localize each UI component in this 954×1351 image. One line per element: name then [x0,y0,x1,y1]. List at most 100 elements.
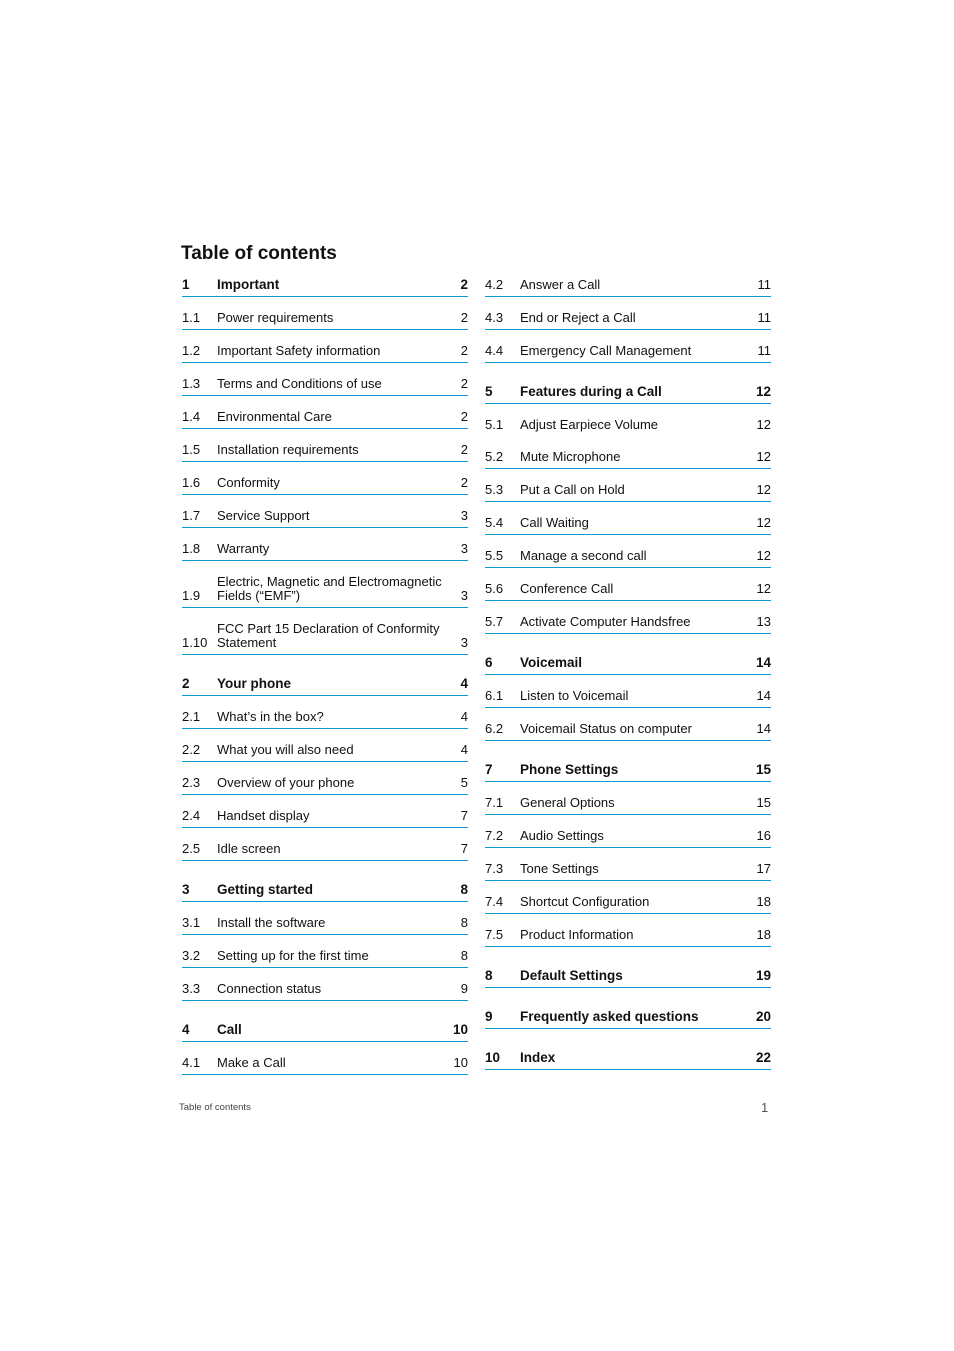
toc-entry-title[interactable]: Idle screen [217,842,448,856]
toc-section-entry[interactable]: 6.1 Listen to Voicemail 14 [485,689,771,708]
toc-entry-title[interactable]: Tone Settings [520,862,751,876]
toc-entry-title[interactable]: Warranty [217,542,448,556]
toc-section-entry[interactable]: 2.2 What you will also need 4 [182,743,468,762]
toc-section-entry[interactable]: 2.4 Handset display 7 [182,809,468,828]
toc-chapter-entry[interactable]: 10 Index 22 [485,1051,771,1070]
toc-section-entry[interactable]: 2.1 What’s in the box? 4 [182,710,468,729]
toc-chapter-entry[interactable]: 3 Getting started 8 [182,883,468,902]
toc-entry-title[interactable]: Overview of your phone [217,776,448,790]
toc-entry-title[interactable]: General Options [520,796,751,810]
toc-section-entry[interactable]: 5.6 Conference Call 12 [485,582,771,601]
toc-entry-title[interactable]: Audio Settings [520,829,751,843]
toc-entry-title[interactable]: Voicemail [520,656,751,670]
toc-entry-title[interactable]: Service Support [217,509,448,523]
toc-section-entry[interactable]: 1.8 Warranty 3 [182,542,468,561]
toc-section-entry[interactable]: 5.5 Manage a second call 12 [485,549,771,568]
toc-entry-page: 5 [460,775,468,790]
toc-entry-title[interactable]: Important Safety information [217,344,448,358]
toc-chapter-entry[interactable]: 7 Phone Settings 15 [485,763,771,782]
toc-section-entry[interactable]: 7.3 Tone Settings 17 [485,862,771,881]
toc-entry-title[interactable]: Adjust Earpiece Volume [520,418,751,432]
toc-entry-title[interactable]: Answer a Call [520,278,751,292]
toc-entry-title[interactable]: Mute Microphone [520,450,751,464]
toc-section-entry[interactable]: 3.2 Setting up for the first time 8 [182,949,468,968]
toc-chapter-entry[interactable]: 9 Frequently asked questions 20 [485,1010,771,1029]
toc-entry-title[interactable]: FCC Part 15 Declaration of Conformity St… [217,622,448,650]
toc-entry-title[interactable]: What you will also need [217,743,448,757]
toc-chapter-entry[interactable]: 5 Features during a Call 12 [485,385,771,404]
toc-entry-page: 16 [756,828,771,843]
toc-section-entry[interactable]: 5.3 Put a Call on Hold 12 [485,483,771,502]
toc-entry-title[interactable]: Environmental Care [217,410,448,424]
toc-entry-title[interactable]: Call [217,1023,448,1037]
toc-section-entry[interactable]: 1.5 Installation requirements 2 [182,443,468,462]
toc-section-entry[interactable]: 3.3 Connection status 9 [182,982,468,1001]
toc-entry-title[interactable]: Power requirements [217,311,448,325]
toc-section-entry[interactable]: 1.9 Electric, Magnetic and Electromagneti… [182,575,468,608]
toc-chapter-entry[interactable]: 1 Important 2 [182,278,468,297]
toc-entry-page: 12 [756,482,771,497]
toc-entry-title[interactable]: Default Settings [520,969,751,983]
toc-chapter-entry[interactable]: 6 Voicemail 14 [485,656,771,675]
toc-section-entry[interactable]: 3.1 Install the software 8 [182,916,468,935]
toc-section-entry[interactable]: 4.2 Answer a Call 11 [485,278,771,297]
toc-section-entry[interactable]: 7.5 Product Information 18 [485,928,771,947]
toc-entry-title[interactable]: Install the software [217,916,448,930]
toc-section-entry[interactable]: 4.4 Emergency Call Management 11 [485,344,771,363]
toc-section-entry[interactable]: 5.7 Activate Computer Handsfree 13 [485,615,771,634]
toc-chapter-entry[interactable]: 2 Your phone 4 [182,677,468,696]
toc-entry-title[interactable]: Important [217,278,448,292]
toc-entry-title[interactable]: Electric, Magnetic and Electromagnetic F… [217,575,448,603]
toc-entry-title[interactable]: Product Information [520,928,751,942]
toc-entry-title[interactable]: Emergency Call Management [520,344,751,358]
toc-entry-title[interactable]: Handset display [217,809,448,823]
toc-section-entry[interactable]: 2.5 Idle screen 7 [182,842,468,861]
toc-section-entry[interactable]: 2.3 Overview of your phone 5 [182,776,468,795]
toc-section-entry[interactable]: 4.1 Make a Call 10 [182,1056,468,1075]
toc-entry-title[interactable]: Terms and Conditions of use [217,377,448,391]
toc-entry-title[interactable]: Call Waiting [520,516,751,530]
toc-section-entry[interactable]: 4.3 End or Reject a Call 11 [485,311,771,330]
toc-section-entry[interactable]: 1.1 Power requirements 2 [182,311,468,330]
toc-entry-title[interactable]: Frequently asked questions [520,1010,751,1024]
toc-entry-title[interactable]: Your phone [217,677,448,691]
toc-entry-title[interactable]: Activate Computer Handsfree [520,615,751,629]
toc-entry-title[interactable]: Index [520,1051,751,1065]
toc-section-entry[interactable]: 1.6 Conformity 2 [182,476,468,495]
toc-entry-title[interactable]: Phone Settings [520,763,751,777]
toc-section-entry[interactable]: 6.2 Voicemail Status on computer 14 [485,722,771,741]
toc-entry-number: 1.8 [182,541,201,556]
toc-section-entry[interactable]: 5.2 Mute Microphone 12 [485,450,771,469]
toc-section-entry[interactable]: 7.2 Audio Settings 16 [485,829,771,848]
toc-entry-title[interactable]: Voicemail Status on computer [520,722,751,736]
toc-section-entry[interactable]: 1.10 FCC Part 15 Declaration of Conformit… [182,622,468,655]
toc-section-entry[interactable]: 1.7 Service Support 3 [182,509,468,528]
toc-section-entry[interactable]: 1.2 Important Safety information 2 [182,344,468,363]
toc-chapter-entry[interactable]: 8 Default Settings 19 [485,969,771,988]
toc-entry-title[interactable]: Listen to Voicemail [520,689,751,703]
toc-section-entry[interactable]: 1.3 Terms and Conditions of use 2 [182,377,468,396]
toc-entry-title[interactable]: Put a Call on Hold [520,483,751,497]
toc-section-entry[interactable]: 7.4 Shortcut Configuration 18 [485,895,771,914]
toc-entry-title[interactable]: Features during a Call [520,385,751,399]
toc-chapter-entry[interactable]: 4 Call 10 [182,1023,468,1042]
toc-entry-title[interactable]: Conference Call [520,582,751,596]
toc-entry-title[interactable]: Setting up for the first time [217,949,448,963]
toc-entry-number: 1.3 [182,376,201,391]
toc-entry-title[interactable]: Getting started [217,883,448,897]
toc-entry-title[interactable]: Shortcut Configuration [520,895,751,909]
toc-entry-title[interactable]: Conformity [217,476,448,490]
toc-section-entry[interactable]: 7.1 General Options 15 [485,796,771,815]
toc-entry-title[interactable]: Connection status [217,982,448,996]
toc-section-entry[interactable]: 1.4 Environmental Care 2 [182,410,468,429]
toc-section-entry[interactable]: 5.4 Call Waiting 12 [485,516,771,535]
toc-entry-page: 4 [460,742,468,757]
toc-entry-title[interactable]: Installation requirements [217,443,448,457]
toc-entry-title[interactable]: End or Reject a Call [520,311,751,325]
toc-entry-title[interactable]: What’s in the box? [217,710,448,724]
toc-entry-title[interactable]: Manage a second call [520,549,751,563]
toc-entry-title[interactable]: Make a Call [217,1056,448,1070]
toc-section-entry[interactable]: 5.1 Adjust Earpiece Volume 12 [485,418,771,436]
toc-entry-page: 18 [756,927,771,942]
toc-entry-page: 8 [460,882,468,897]
